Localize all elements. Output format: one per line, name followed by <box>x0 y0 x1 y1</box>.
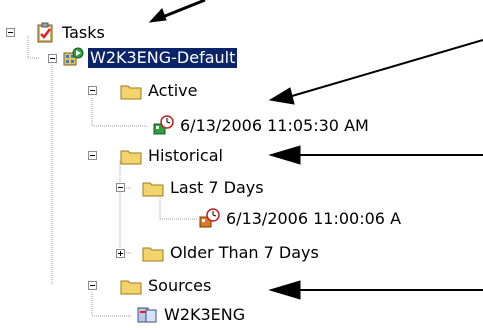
expand-toggle-tasks[interactable] <box>6 28 15 37</box>
expand-toggle-historical[interactable] <box>88 151 97 160</box>
tree-item-last7-days[interactable]: Last 7 Days <box>142 177 266 199</box>
computer-source-icon <box>136 304 158 326</box>
tree-item-last7-task[interactable]: 6/13/2006 11:00:06 A <box>198 208 403 230</box>
clipboard-check-icon <box>34 22 56 44</box>
tree-item-label: W2K3ENG <box>164 305 246 324</box>
folder-icon <box>142 242 164 264</box>
scheduled-task-icon <box>198 208 220 230</box>
scheduled-task-icon <box>152 115 174 137</box>
tree-item-label: 6/13/2006 11:05:30 AM <box>180 116 369 135</box>
tree-item-label: 6/13/2006 11:00:06 A <box>226 209 402 228</box>
tree-item-label: Tasks <box>62 23 105 42</box>
tree-item-label: Sources <box>148 276 212 295</box>
tree-item-sources[interactable]: Sources <box>120 275 213 297</box>
tree-item-label: Active <box>148 81 198 100</box>
expand-toggle-older[interactable] <box>116 249 125 258</box>
tree-view-screenshot: Tasks W2K3ENG-Default Active 6/13/2006 1… <box>0 0 483 327</box>
folder-icon <box>120 145 142 167</box>
folder-icon <box>120 80 142 102</box>
folder-icon <box>142 177 164 199</box>
expand-toggle-sources[interactable] <box>88 281 97 290</box>
tree-item-label: Older Than 7 Days <box>170 243 319 262</box>
tree-item-active[interactable]: Active <box>120 80 200 102</box>
expand-toggle-server[interactable] <box>48 54 57 63</box>
tree-item-tasks[interactable]: Tasks <box>34 22 107 44</box>
tree-item-historical[interactable]: Historical <box>120 145 225 167</box>
tree-item-server[interactable]: W2K3ENG-Default <box>62 47 238 69</box>
tree-item-source-w2k3eng[interactable]: W2K3ENG <box>136 304 247 326</box>
expand-toggle-last7[interactable] <box>116 183 125 192</box>
server-config-icon <box>62 47 84 69</box>
tree-item-label: W2K3ENG-Default <box>88 48 238 68</box>
folder-icon <box>120 275 142 297</box>
expand-toggle-active[interactable] <box>88 86 97 95</box>
tree-item-label: Last 7 Days <box>170 178 264 197</box>
tree-item-label: Historical <box>148 146 223 165</box>
tree-item-active-task[interactable]: 6/13/2006 11:05:30 AM <box>152 115 371 137</box>
tree-item-older-than-7-days[interactable]: Older Than 7 Days <box>142 242 321 264</box>
